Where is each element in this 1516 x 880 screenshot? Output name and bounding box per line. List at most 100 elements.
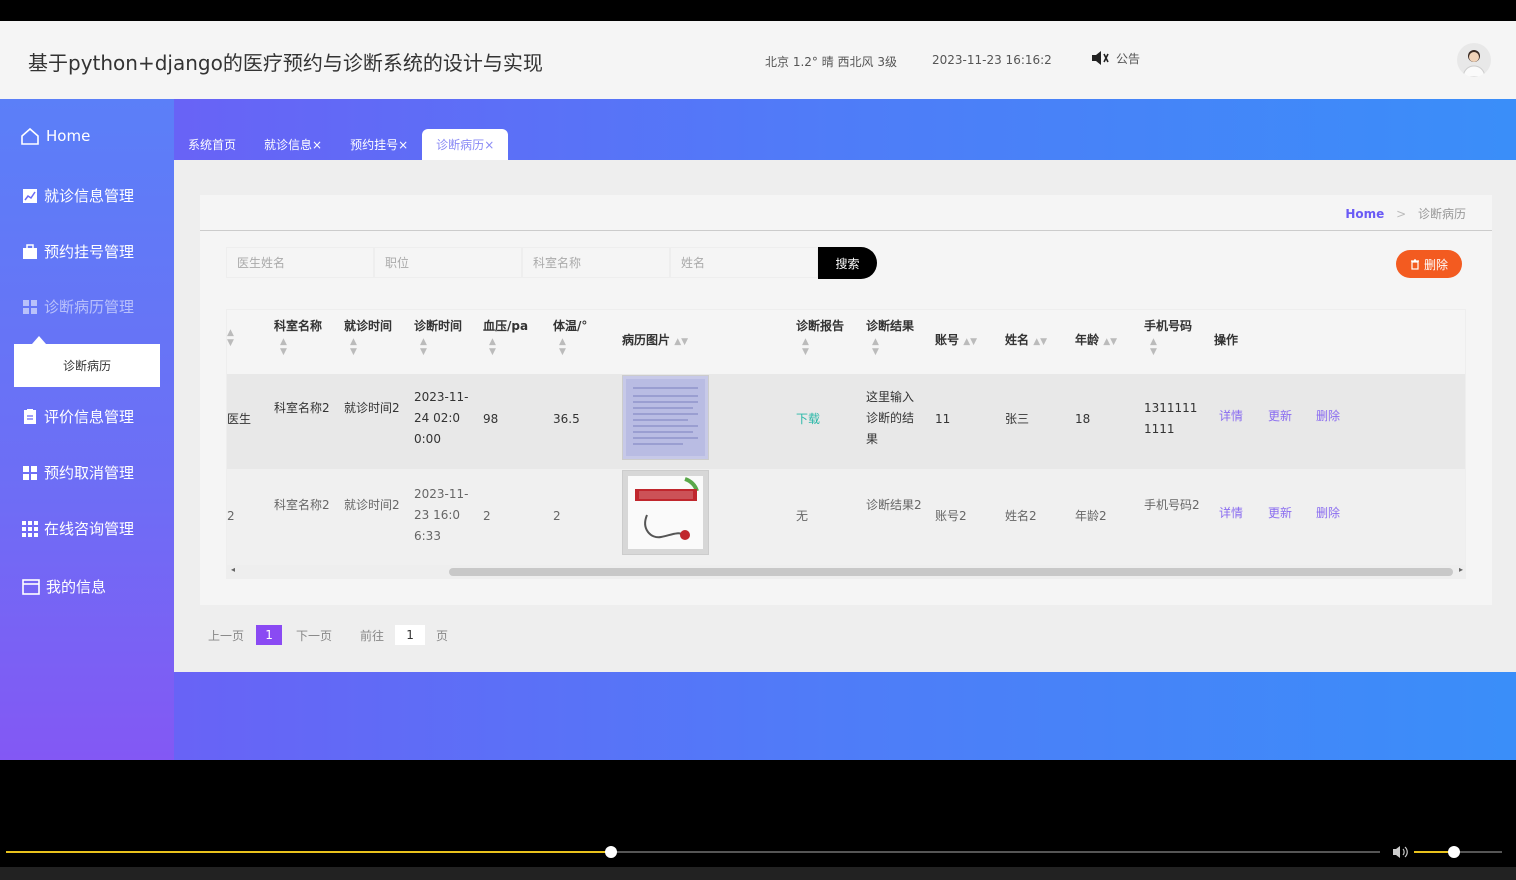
sidebar-item-consult[interactable]: 在线咨询管理 [22, 518, 134, 539]
sort-icon[interactable]: ▲▼ [280, 337, 322, 357]
sidebar-item-my-info[interactable]: 我的信息 [22, 576, 106, 597]
delete-link[interactable]: 删除 [1316, 503, 1340, 524]
page-number-current[interactable]: 1 [256, 625, 283, 645]
tab-diagnosis-record[interactable]: 诊断病历 × [422, 129, 509, 160]
sort-icon[interactable]: ▲▼ [1103, 337, 1117, 347]
playback-progress-knob[interactable] [604, 846, 617, 858]
top-letterbox [0, 0, 1516, 21]
record-image-thumbnail[interactable] [622, 470, 709, 555]
download-report-link[interactable]: 下载 [796, 409, 820, 430]
notice-button[interactable]: 公告 [1090, 49, 1140, 67]
cell-doctor: 医生 [227, 412, 252, 426]
sort-icon[interactable]: ▲▼ [559, 337, 587, 357]
tab-home[interactable]: 系统首页 [174, 129, 250, 160]
doctor-name-input[interactable]: 医生姓名 [226, 247, 374, 278]
scroll-right-icon[interactable]: ▸ [1459, 565, 1463, 574]
sort-icon[interactable]: ▲▼ [489, 337, 528, 357]
delete-link[interactable]: 删除 [1316, 406, 1340, 427]
sidebar-item-label: 预约取消管理 [44, 464, 135, 482]
cell-diag-time: 2023-11-23 16:06:33 [414, 487, 469, 543]
sidebar-item-label: Home [46, 127, 91, 145]
sort-icon[interactable]: ▲▼ [227, 328, 247, 348]
sort-icon[interactable]: ▲▼ [872, 337, 914, 357]
header-cell[interactable]: 病历图片 ▲▼ [622, 330, 688, 353]
cell-account: 账号2 [935, 509, 967, 523]
close-icon[interactable]: × [484, 138, 494, 152]
main-content: Home > 诊断病历 医生姓名 职位 科室名称 姓名 搜索 删除 ▲ ▼ 科室… [174, 160, 1516, 672]
prev-page-button[interactable]: 上一页 [208, 627, 244, 644]
volume-slider[interactable] [1414, 846, 1502, 858]
page-unit-label: 页 [436, 628, 449, 643]
header-cell[interactable]: 体温/° ▲ ▼ [553, 316, 587, 357]
sidebar-item-label: 我的信息 [46, 578, 107, 596]
tab-label: 系统首页 [188, 138, 237, 152]
sort-icon[interactable]: ▲▼ [1033, 337, 1047, 347]
speaker-icon [1092, 51, 1109, 65]
sidebar-item-visit-info[interactable]: 就诊信息管理 [22, 185, 134, 206]
header-label: 诊断报告 [796, 319, 845, 333]
header-cell[interactable]: 账号 ▲▼ [935, 330, 977, 353]
header-cell[interactable]: 科室名称 ▲ ▼ [274, 316, 322, 357]
volume-icon[interactable] [1392, 845, 1408, 859]
goto-page-input[interactable]: 1 [394, 624, 427, 646]
goto-label: 前往 [360, 628, 385, 643]
search-button[interactable]: 搜索 [818, 247, 877, 279]
avatar[interactable] [1457, 43, 1491, 77]
sort-icon[interactable]: ▲▼ [1150, 337, 1192, 357]
cell-account: 11 [935, 412, 951, 426]
header-cell[interactable]: 姓名 ▲▼ [1005, 330, 1047, 353]
cell-dept: 科室名称2 [274, 401, 330, 415]
header-cell[interactable]: 诊断报告 ▲ ▼ [796, 316, 844, 357]
sidebar-item-diagnosis[interactable]: 诊断病历管理 [22, 296, 134, 317]
detail-link[interactable]: 详情 [1219, 406, 1243, 427]
header-cell[interactable]: 血压/pa ▲ ▼ [483, 316, 528, 357]
record-panel: Home > 诊断病历 医生姓名 职位 科室名称 姓名 搜索 删除 ▲ ▼ 科室… [200, 195, 1492, 605]
sort-icon[interactable]: ▲▼ [420, 337, 462, 357]
cell-age: 年龄2 [1075, 509, 1107, 523]
header-cell[interactable]: 诊断结果 ▲ ▼ [866, 316, 914, 357]
update-link[interactable]: 更新 [1268, 503, 1292, 524]
close-icon[interactable]: × [312, 138, 322, 152]
pagination: 上一页 1 下一页 前往 1 页 [208, 624, 448, 646]
volume-knob[interactable] [1447, 846, 1460, 858]
sort-icon[interactable]: ▲▼ [802, 337, 844, 357]
record-image-thumbnail[interactable] [622, 375, 709, 460]
cell-result: 这里输入诊断的结果 [866, 390, 915, 446]
scroll-thumb[interactable] [449, 568, 1453, 576]
batch-delete-button[interactable]: 删除 [1396, 250, 1462, 278]
breadcrumb-home[interactable]: Home [1345, 207, 1384, 221]
sort-icon[interactable]: ▲▼ [674, 337, 688, 347]
update-link[interactable]: 更新 [1268, 406, 1292, 427]
cell-visit: 就诊时间2 [344, 498, 400, 512]
next-page-button[interactable]: 下一页 [296, 627, 332, 644]
sidebar-item-label: 就诊信息管理 [44, 187, 135, 205]
sidebar-item-label: 评价信息管理 [44, 408, 135, 426]
scroll-left-icon[interactable]: ◂ [231, 565, 235, 574]
detail-link[interactable]: 详情 [1219, 503, 1243, 524]
sort-icon[interactable]: ▲▼ [963, 337, 977, 347]
user-avatar-icon [1462, 50, 1486, 77]
trash-icon [1410, 258, 1419, 270]
department-input[interactable]: 科室名称 [522, 247, 670, 278]
title-input[interactable]: 职位 [374, 247, 522, 278]
tab-appointment[interactable]: 预约挂号 × [336, 129, 422, 160]
sort-icon[interactable]: ▲▼ [350, 337, 392, 357]
submenu-label: 诊断病历 [62, 359, 111, 373]
submenu-diagnosis-record[interactable]: 诊断病历 [14, 336, 160, 387]
horizontal-scrollbar[interactable]: ◂ ▸ [227, 565, 1465, 578]
tab-visit-info[interactable]: 就诊信息 × [250, 129, 336, 160]
header-cell[interactable]: 就诊时间 ▲ ▼ [344, 316, 392, 357]
sidebar-item-appointment[interactable]: 预约挂号管理 [22, 241, 134, 262]
sidebar-item-cancel[interactable]: 预约取消管理 [22, 462, 134, 483]
cell-temp: 2 [553, 509, 561, 523]
playback-progress-bar[interactable] [6, 846, 1380, 858]
sidebar-item-home[interactable]: Home [20, 127, 90, 145]
close-icon[interactable]: × [398, 138, 408, 152]
sidebar-item-evaluation[interactable]: 评价信息管理 [22, 406, 134, 427]
delete-label: 删除 [1423, 257, 1448, 272]
header-cell[interactable]: 年龄 ▲▼ [1075, 330, 1117, 353]
header-label: 年龄 [1075, 333, 1100, 347]
patient-name-input[interactable]: 姓名 [670, 247, 818, 278]
header-cell[interactable]: 手机号码 ▲ ▼ [1144, 316, 1192, 357]
header-cell[interactable]: 诊断时间 ▲ ▼ [414, 316, 462, 357]
